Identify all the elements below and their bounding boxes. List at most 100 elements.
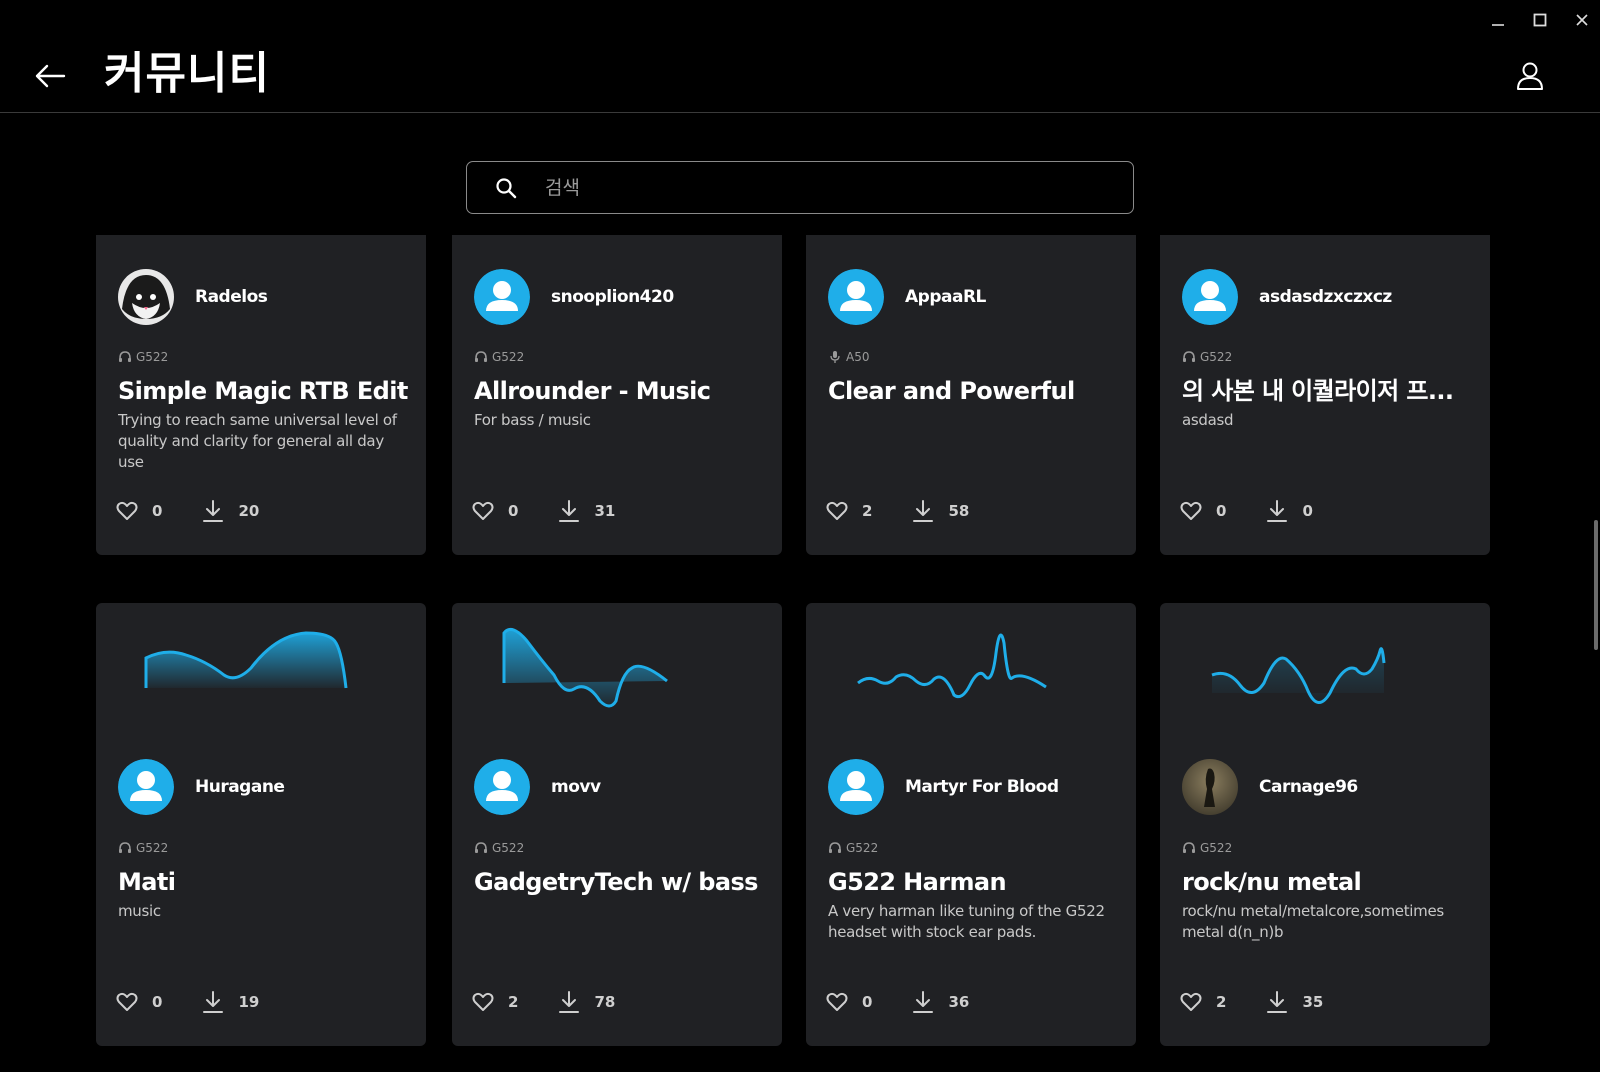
search-bar[interactable] [466,161,1134,214]
preset-title: Mati [118,868,176,896]
author-name[interactable]: Carnage96 [1259,777,1358,797]
default-avatar-icon [828,759,884,815]
download-count: 19 [238,993,260,1011]
avatar-photo-icon [118,269,174,325]
author-name[interactable]: snooplion420 [551,287,674,307]
preset-card[interactable]: Radelos G522 Simple Magic RTB Edit Tryin… [96,235,426,555]
like-button[interactable]: 2 [1180,992,1226,1012]
download-button[interactable]: 78 [558,990,615,1014]
default-avatar-icon [118,759,174,815]
preset-stats: 0 31 [472,499,615,523]
preset-title: rock/nu metal [1182,868,1362,896]
author-name[interactable]: AppaaRL [905,287,986,307]
preset-card[interactable]: snooplion420 G522 Allrounder - Music For… [452,235,782,555]
download-button[interactable]: 20 [202,499,259,523]
avatar [828,269,884,325]
preset-card[interactable]: Carnage96 G522 rock/nu metal rock/nu met… [1160,603,1490,1046]
preset-card[interactable]: movv G522 GadgetryTech w/ bass 2 78 [452,603,782,1046]
preset-stats: 2 58 [826,499,969,523]
download-icon [913,500,934,522]
author-name[interactable]: Radelos [195,287,268,307]
headset-icon [1183,842,1195,853]
page-title: 커뮤니티 [104,48,270,99]
eq-curve-graph [502,627,668,708]
device-label: G522 [118,350,168,364]
profile-button[interactable] [1512,58,1548,94]
arrow-left-icon [35,64,66,88]
preset-title: 의 사본 내 이퀄라이저 프... [1182,377,1454,405]
preset-title: Clear and Powerful [828,377,1075,405]
avatar-photo-icon [1182,759,1238,815]
heart-icon [826,992,848,1011]
preset-card[interactable]: asdasdzxczxcz G522 의 사본 내 이퀄라이저 프... asd… [1160,235,1490,555]
preset-card[interactable]: Martyr For Blood G522 G522 Harman A very… [806,603,1136,1046]
preset-stats: 0 20 [116,499,259,523]
like-button[interactable]: 0 [826,992,872,1012]
avatar [474,269,530,325]
headset-icon [119,842,131,853]
preset-stats: 2 78 [472,990,615,1014]
preset-title: Simple Magic RTB Edit [118,377,408,405]
headset-icon [119,351,131,362]
device-label: G522 [828,841,878,855]
default-avatar-icon [828,269,884,325]
download-count: 0 [1302,502,1313,520]
headset-icon [829,842,841,853]
download-button[interactable]: 58 [912,499,969,523]
headset-icon [1183,351,1195,362]
preset-card[interactable]: Huragane G522 Mati music 0 19 [96,603,426,1046]
heart-icon [116,501,138,520]
author-name[interactable]: movv [551,777,601,797]
download-button[interactable]: 35 [1266,990,1323,1014]
preset-description: music [118,902,161,920]
preset-title: G522 Harman [828,868,1007,896]
heart-icon [826,501,848,520]
like-button[interactable]: 2 [826,501,872,521]
preset-title: Allrounder - Music [474,377,711,405]
download-icon [913,991,934,1013]
preset-description: Trying to reach same universal level of … [118,411,397,471]
download-count: 78 [594,993,616,1011]
download-icon [559,991,580,1013]
author-name[interactable]: Martyr For Blood [905,777,1059,797]
download-count: 36 [948,993,970,1011]
like-button[interactable]: 0 [116,992,162,1012]
like-count: 0 [1216,502,1227,520]
scrollbar-thumb[interactable] [1594,520,1598,650]
download-button[interactable]: 31 [558,499,615,523]
download-icon [203,991,224,1013]
heart-icon [1180,501,1202,520]
preset-card[interactable]: AppaaRL A50 Clear and Powerful 2 58 [806,235,1136,555]
preset-description: A very harman like tuning of the G522 he… [828,902,1105,941]
author-name[interactable]: Huragane [195,777,285,797]
download-button[interactable]: 19 [202,990,259,1014]
search-input[interactable] [533,162,1133,213]
device-label: G522 [474,350,524,364]
eq-curve-graph [857,633,1047,699]
heart-icon [1180,992,1202,1011]
preset-stats: 0 0 [1180,499,1313,523]
download-button[interactable]: 0 [1266,499,1313,523]
download-count: 58 [948,502,970,520]
like-button[interactable]: 0 [116,501,162,521]
avatar [118,759,174,815]
author-name[interactable]: asdasdzxczxcz [1259,287,1392,307]
like-count: 0 [508,502,519,520]
like-count: 0 [862,993,873,1011]
microphone-icon [830,351,840,363]
download-icon [1267,991,1288,1013]
preset-stats: 2 35 [1180,990,1323,1014]
eq-curve-graph [144,631,348,689]
avatar [1182,269,1238,325]
preset-title: GadgetryTech w/ bass [474,868,758,896]
like-button[interactable]: 2 [472,992,518,1012]
device-label: A50 [828,350,869,364]
avatar [474,759,530,815]
like-button[interactable]: 0 [472,501,518,521]
default-avatar-icon [474,269,530,325]
back-button[interactable] [30,60,70,92]
download-button[interactable]: 36 [912,990,969,1014]
like-button[interactable]: 0 [1180,501,1226,521]
like-count: 0 [152,993,163,1011]
headset-icon [475,842,487,853]
